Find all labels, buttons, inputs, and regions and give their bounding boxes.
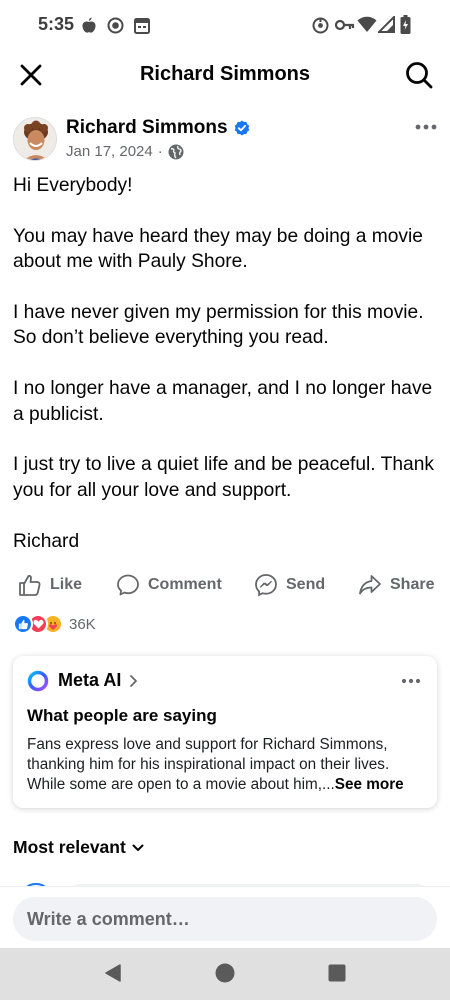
comment-icon [117, 574, 139, 596]
comment-sort-label: Most relevant [13, 837, 126, 857]
post-header-bar: Richard Simmons [0, 52, 450, 98]
page-title: Richard Simmons [139, 63, 311, 85]
chevron-down-icon [132, 844, 144, 851]
search-icon[interactable] [404, 60, 434, 90]
avatar[interactable] [13, 117, 57, 161]
post-meta: Jan 17, 2024 · [66, 143, 184, 160]
recents-icon[interactable] [328, 964, 346, 982]
status-time: 5:35 [38, 14, 75, 34]
status-bar: 5:35 [0, 0, 450, 50]
reaction-count: 36K [69, 615, 96, 633]
meta-ai-logo-icon [27, 670, 49, 692]
more-options-icon[interactable] [401, 676, 421, 686]
like-label: Like [50, 576, 83, 593]
meta-ai-heading: What people are saying [27, 706, 217, 725]
see-more-link[interactable]: See more [335, 776, 404, 793]
like-reaction-icon [13, 614, 33, 634]
meta-ai-summary: Fans express love and support for Richar… [27, 735, 427, 795]
system-navigation-bar [0, 948, 450, 1000]
calendar-icon [134, 18, 150, 34]
comment-sort-dropdown[interactable]: Most relevant [13, 837, 144, 858]
meta-separator: · [157, 143, 163, 160]
meta-ai-label: Meta AI [58, 670, 122, 690]
battery-icon [400, 15, 411, 34]
like-button[interactable]: Like [18, 573, 82, 597]
verified-badge-icon [234, 120, 249, 136]
post-text: Hi Everybody! You may have heard they ma… [13, 173, 438, 579]
comment-button[interactable]: Comment [116, 573, 222, 597]
post-paragraph: I have never given my permission for thi… [13, 302, 424, 349]
send-button[interactable]: Send [254, 573, 325, 597]
post-date[interactable]: Jan 17, 2024 [66, 143, 153, 160]
author-name[interactable]: Richard Simmons [66, 117, 228, 139]
comment-label: Comment [148, 576, 222, 593]
post-paragraph: You may have heard they may be doing a m… [13, 225, 423, 273]
globe-icon [168, 144, 184, 159]
vpn-key-icon [335, 19, 355, 31]
post-paragraph: I no longer have a manager, and I no lon… [13, 378, 433, 425]
comment-composer [0, 886, 450, 948]
post-author[interactable]: Richard Simmons [66, 117, 250, 139]
post-paragraph: I just try to live a quiet life and be p… [13, 454, 434, 501]
apple-icon [82, 17, 96, 33]
messenger-icon [255, 574, 277, 597]
chevron-right-icon [130, 674, 138, 687]
post-signature: Richard [13, 530, 80, 552]
home-icon[interactable] [215, 963, 235, 983]
share-label: Share [390, 576, 435, 593]
record-icon [107, 17, 124, 34]
hotspot-icon [312, 17, 329, 34]
comment-input[interactable] [13, 897, 437, 941]
wifi-icon [357, 16, 377, 32]
signal-icon [378, 16, 395, 33]
meta-ai-summary-card[interactable]: Meta AI What people are saying Fans expr… [13, 656, 437, 808]
post-paragraph: Hi Everybody! [13, 175, 133, 196]
more-options-icon[interactable] [414, 120, 438, 134]
back-icon[interactable] [103, 963, 123, 983]
thumbs-up-icon [19, 575, 41, 596]
share-button[interactable]: Share [358, 573, 434, 597]
reactions-summary[interactable]: 36K [13, 614, 96, 634]
share-icon [359, 575, 381, 595]
post-actions: Like Comment Send Share [0, 573, 450, 601]
meta-ai-title[interactable]: Meta AI [58, 670, 138, 691]
send-label: Send [286, 576, 326, 593]
